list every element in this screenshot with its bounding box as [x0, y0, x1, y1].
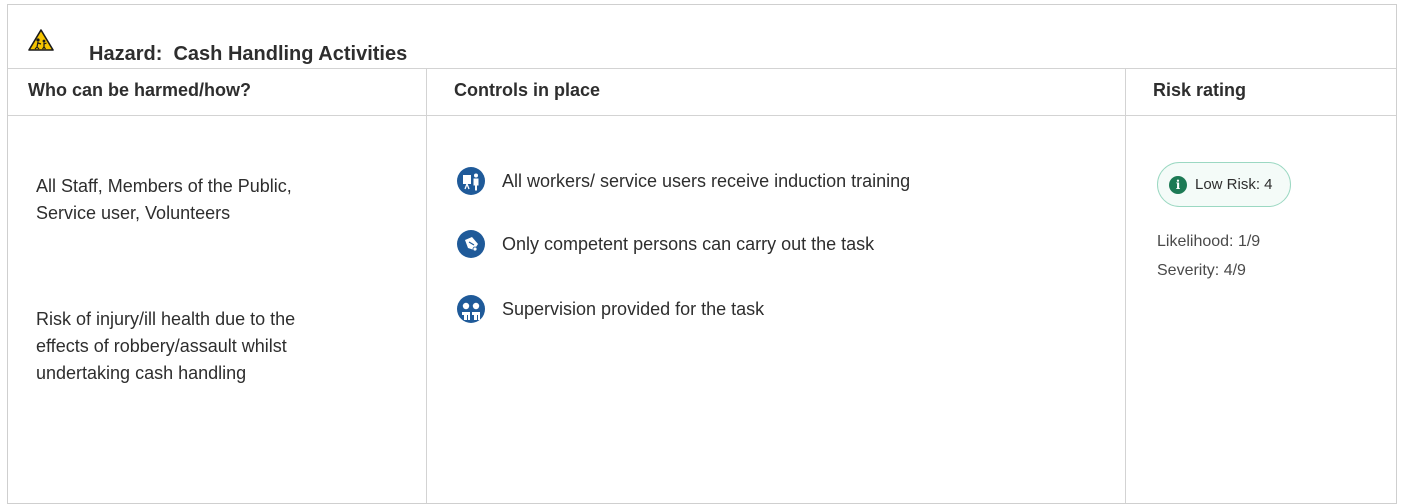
risk-rating-label: Low Risk: 4: [1195, 176, 1273, 193]
who-description-text: Risk of injury/ill health due to the eff…: [36, 309, 296, 383]
column-header-controls-label: Controls in place: [454, 80, 601, 100]
control-text: Supervision provided for the task: [502, 298, 765, 319]
competent-person-icon: [457, 230, 485, 258]
control-item: All workers/ service users receive induc…: [457, 166, 910, 196]
who-column: All Staff, Members of the Public, Servic…: [8, 116, 426, 503]
control-item: Supervision provided for the task: [457, 294, 764, 324]
control-item: Only competent persons can carry out the…: [457, 229, 874, 259]
risk-column: i Low Risk: 4 Likelihood: 1/9 Severity: …: [1125, 116, 1396, 503]
hazard-card: Hazard: Cash Handling Activities Who can…: [7, 4, 1397, 504]
supervision-group-icon: [457, 295, 485, 323]
warning-triangle-icon: [28, 29, 54, 51]
severity-text: Severity: 4/9: [1157, 262, 1246, 279]
hazard-name: Cash Handling Activities: [173, 43, 408, 65]
training-presentation-icon: [457, 167, 485, 195]
who-people-text: All Staff, Members of the Public, Servic…: [36, 176, 292, 223]
control-text: All workers/ service users receive induc…: [502, 170, 911, 191]
control-text: Only competent persons can carry out the…: [502, 233, 875, 254]
risk-rating-badge[interactable]: i Low Risk: 4: [1157, 162, 1291, 207]
hazard-header: Hazard: Cash Handling Activities: [8, 5, 1396, 69]
column-header-who-label: Who can be harmed/how?: [28, 80, 252, 100]
info-icon: i: [1169, 175, 1187, 194]
hazard-title: Hazard: Cash Handling Activities: [89, 43, 407, 66]
column-header-risk-label: Risk rating: [1153, 80, 1247, 100]
column-header-risk: Risk rating: [1125, 69, 1396, 116]
hazard-prefix: Hazard:: [89, 43, 163, 65]
column-header-who: Who can be harmed/how?: [8, 69, 426, 116]
likelihood-text: Likelihood: 1/9: [1157, 233, 1261, 250]
column-header-controls: Controls in place: [426, 69, 1125, 116]
controls-column: All workers/ service users receive induc…: [426, 116, 1125, 503]
